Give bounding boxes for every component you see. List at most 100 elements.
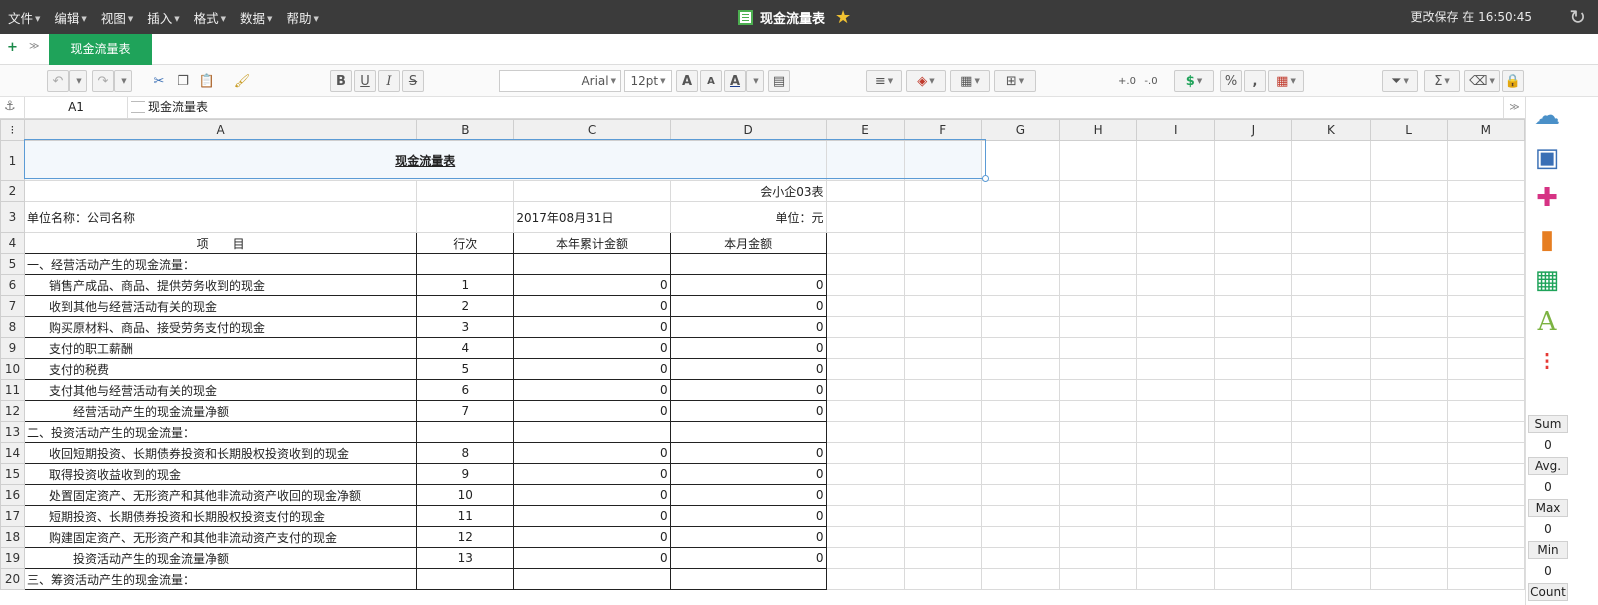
cell[interactable]: [1446, 484, 1525, 506]
row-line-cell[interactable]: 2: [416, 295, 515, 317]
cell[interactable]: [825, 295, 905, 317]
cell[interactable]: [1214, 463, 1293, 485]
cell[interactable]: [1214, 337, 1293, 359]
cell[interactable]: [1136, 526, 1216, 548]
column-header[interactable]: L: [1369, 119, 1448, 141]
undo-button[interactable]: ↶: [47, 70, 69, 92]
row-ytd-cell[interactable]: [513, 421, 671, 443]
row-line-cell[interactable]: 11: [416, 505, 515, 527]
expand-formula-icon[interactable]: ≫: [1503, 97, 1525, 118]
cell[interactable]: [1136, 337, 1216, 359]
cell[interactable]: [1369, 484, 1448, 506]
row-ytd-cell[interactable]: 0: [513, 547, 671, 569]
cell[interactable]: [1291, 547, 1371, 569]
cell[interactable]: [1214, 140, 1293, 181]
cell[interactable]: [1214, 526, 1293, 548]
cell[interactable]: [1446, 526, 1525, 548]
text-style-icon[interactable]: A: [1532, 307, 1562, 337]
cell[interactable]: [980, 337, 1061, 359]
row-item-cell[interactable]: 销售产成品、商品、提供劳务收到的现金: [23, 274, 418, 296]
cell[interactable]: [1214, 358, 1293, 380]
row-header[interactable]: 20: [0, 568, 25, 590]
row-header[interactable]: 3: [0, 201, 25, 233]
cell[interactable]: [980, 400, 1061, 422]
percent-button[interactable]: %: [1220, 70, 1242, 92]
cell[interactable]: [1369, 316, 1448, 338]
refresh-icon[interactable]: ↻: [1569, 5, 1586, 29]
row-month-cell[interactable]: [669, 253, 827, 275]
merge-cells-button[interactable]: ⊞ ▼: [994, 70, 1036, 92]
image-icon[interactable]: ▣: [1532, 143, 1562, 173]
row-item-cell[interactable]: 收到其他与经营活动有关的现金: [23, 295, 418, 317]
cell[interactable]: [1136, 316, 1216, 338]
cell[interactable]: [1446, 253, 1525, 275]
cell[interactable]: [903, 568, 982, 590]
cell[interactable]: [903, 337, 982, 359]
row-item-cell[interactable]: 经营活动产生的现金流量净额: [23, 400, 418, 422]
cell[interactable]: [1058, 201, 1138, 233]
row-ytd-cell[interactable]: 0: [513, 316, 671, 338]
row-header[interactable]: 5: [0, 253, 25, 275]
cell[interactable]: [903, 201, 982, 233]
row-ytd-cell[interactable]: 0: [513, 463, 671, 485]
menu-format[interactable]: 格式 ▼: [194, 8, 226, 27]
cell[interactable]: [825, 526, 905, 548]
font-color-button[interactable]: A: [724, 70, 746, 92]
row-month-cell[interactable]: 0: [669, 379, 827, 401]
row-header[interactable]: 1: [0, 140, 25, 181]
cell[interactable]: [1291, 442, 1371, 464]
column-header[interactable]: I: [1136, 119, 1216, 141]
paste-button[interactable]: 📋: [196, 70, 218, 92]
column-header[interactable]: M: [1446, 119, 1525, 141]
cell[interactable]: [1446, 421, 1525, 443]
row-item-cell[interactable]: 投资活动产生的现金流量净额: [23, 547, 418, 569]
cell[interactable]: [416, 201, 515, 233]
menu-file[interactable]: 文件 ▼: [8, 8, 40, 27]
currency-button[interactable]: $ ▼: [1174, 70, 1214, 92]
cell[interactable]: [1214, 253, 1293, 275]
row-header[interactable]: 11: [0, 379, 25, 401]
menu-data[interactable]: 数据 ▼: [240, 8, 272, 27]
row-line-cell[interactable]: 4: [416, 337, 515, 359]
date-format-button[interactable]: ▦ ▼: [1268, 70, 1304, 92]
row-line-cell[interactable]: 6: [416, 379, 515, 401]
row-line-cell[interactable]: [416, 253, 515, 275]
cloud-search-icon[interactable]: ☁: [1532, 101, 1562, 131]
cell[interactable]: [1369, 358, 1448, 380]
cell[interactable]: [1058, 505, 1138, 527]
cell[interactable]: [1369, 140, 1448, 181]
row-item-cell[interactable]: 支付的职工薪酬: [23, 337, 418, 359]
row-ytd-cell[interactable]: [513, 568, 671, 590]
anchor-icon[interactable]: ⚓: [4, 99, 16, 114]
cell[interactable]: [1136, 140, 1216, 181]
cell[interactable]: [1369, 337, 1448, 359]
cell[interactable]: [1136, 379, 1216, 401]
cell[interactable]: [1058, 358, 1138, 380]
cell[interactable]: [980, 316, 1061, 338]
cell[interactable]: [1058, 400, 1138, 422]
cell[interactable]: [1369, 463, 1448, 485]
cell[interactable]: [903, 484, 982, 506]
italic-button[interactable]: I: [378, 70, 400, 92]
decrease-decimal-button[interactable]: -.0: [1140, 70, 1162, 92]
row-month-cell[interactable]: 0: [669, 505, 827, 527]
sheet-tab-active[interactable]: 现金流量表: [49, 34, 152, 65]
header-item[interactable]: 项 目: [23, 232, 418, 254]
cell[interactable]: [1058, 232, 1138, 254]
row-header[interactable]: 13: [0, 421, 25, 443]
cell[interactable]: [1291, 253, 1371, 275]
cell[interactable]: [1369, 232, 1448, 254]
cell[interactable]: [825, 505, 905, 527]
cell[interactable]: [1058, 295, 1138, 317]
cell[interactable]: [903, 295, 982, 317]
row-item-cell[interactable]: 购建固定资产、无形资产和其他非流动资产支付的现金: [23, 526, 418, 548]
cell[interactable]: [1214, 400, 1293, 422]
row-header[interactable]: 16: [0, 484, 25, 506]
cell[interactable]: [1369, 274, 1448, 296]
row-line-cell[interactable]: [416, 421, 515, 443]
company-name-cell[interactable]: 单位名称：公司名称: [23, 201, 418, 233]
cell[interactable]: [1136, 232, 1216, 254]
cell[interactable]: [1446, 295, 1525, 317]
font-name-select[interactable]: Arial ▼: [499, 70, 621, 92]
cell[interactable]: [1446, 337, 1525, 359]
